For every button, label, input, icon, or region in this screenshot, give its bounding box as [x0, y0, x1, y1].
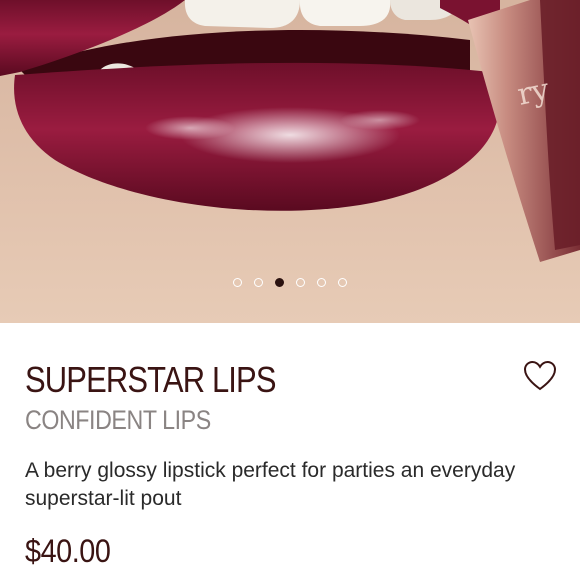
- product-title: SUPERSTAR LIPS: [25, 359, 276, 400]
- wishlist-button[interactable]: [523, 359, 557, 393]
- carousel-indicators: [0, 278, 580, 287]
- product-info: SUPERSTAR LIPS CONFIDENT LIPS A berry gl…: [0, 323, 580, 580]
- product-subtitle: CONFIDENT LIPS: [25, 405, 211, 435]
- carousel-dot[interactable]: [296, 278, 305, 287]
- carousel-dot[interactable]: [317, 278, 326, 287]
- carousel-dot-active[interactable]: [275, 278, 284, 287]
- product-price: $40.00: [25, 533, 111, 569]
- product-description: A berry glossy lipstick perfect for part…: [25, 459, 516, 510]
- carousel-dot[interactable]: [254, 278, 263, 287]
- heart-outline-icon: [523, 360, 557, 391]
- product-image[interactable]: ry: [0, 0, 580, 323]
- carousel-dot[interactable]: [233, 278, 242, 287]
- lip-photo: ry: [0, 0, 580, 262]
- carousel-dot[interactable]: [338, 278, 347, 287]
